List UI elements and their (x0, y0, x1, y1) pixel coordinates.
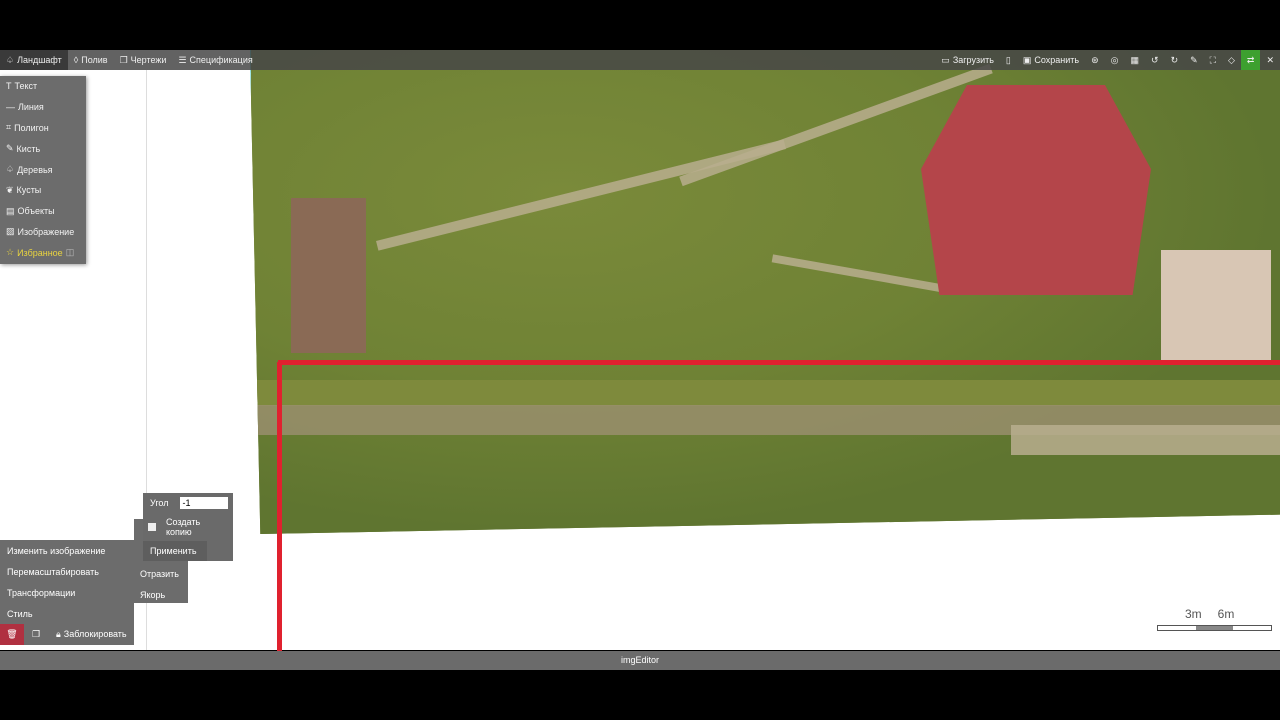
export-button[interactable]: ▯ (1000, 50, 1017, 70)
menu-style[interactable]: Стиль (0, 603, 134, 624)
top-toolbar: ♤ Ландшафт ◊ Полив ❐ Чертежи ☰ Спецификация … (0, 50, 1280, 70)
folder-icon: ▭ (941, 54, 950, 65)
menu-anchor[interactable]: Якорь (134, 584, 188, 605)
target-icon: ◎ (1110, 54, 1119, 65)
status-bar: imgEditor (0, 651, 1280, 670)
objects-icon: ▤ (6, 205, 15, 216)
redo-icon: ↻ (1170, 54, 1179, 65)
tab-drawings[interactable]: ❐ Чертежи (114, 50, 173, 70)
tool-trees[interactable]: ♤ Деревья (0, 159, 86, 180)
brush-icon: ✎ (6, 143, 14, 154)
grid-button[interactable]: ▦ (1125, 50, 1146, 70)
drop-icon: ◊ (73, 55, 79, 65)
red-line-vertical[interactable] (277, 362, 282, 654)
red-line-horizontal[interactable] (278, 360, 1280, 365)
apply-button[interactable]: Применить (143, 541, 207, 561)
expand-icon: ◫ (65, 247, 75, 258)
fullscreen-icon: ⛶ (1209, 54, 1216, 65)
scale-bar: 3m 6m (1157, 607, 1272, 631)
swap-button[interactable]: ⇄ (1240, 50, 1261, 70)
tab-watering[interactable]: ◊ Полив (68, 50, 114, 70)
menu-rescale[interactable]: Перемасштабировать (0, 561, 134, 582)
close-button[interactable]: ✕ (1260, 50, 1280, 70)
tool-favorites[interactable]: ☆ Избранное ◫ (0, 242, 86, 263)
polygon-icon: ⌗ (6, 122, 12, 133)
angle-panel: Угол Создать копию Применить (143, 493, 233, 561)
save-button[interactable]: ▣ Сохранить (1017, 50, 1085, 70)
text-icon: T (6, 81, 12, 92)
leaf-icon: ❦ (6, 184, 14, 195)
angle-input[interactable] (180, 497, 229, 509)
tool-line[interactable]: — Линия (0, 97, 86, 118)
lock-icon: 🔒︎ (56, 629, 61, 639)
garden-beds (291, 198, 366, 353)
trash-icon: 🗑 (6, 629, 18, 639)
undo-button[interactable]: ↺ (1145, 50, 1165, 70)
tool-menu: T Текст — Линия ⌗ Полигон ✎ Кисть ♤ Деревья ❦… (0, 76, 86, 264)
fullscreen-button[interactable]: ⛶ (1204, 50, 1222, 70)
load-button[interactable]: ▭ Загрузить (935, 50, 1000, 70)
close-icon: ✕ (1266, 54, 1274, 65)
undo-icon: ↺ (1151, 54, 1159, 65)
house-roof (921, 85, 1151, 295)
aerial-image[interactable] (250, 50, 1280, 534)
menu-change-image[interactable]: Изменить изображение (0, 540, 134, 561)
tree-icon: ♤ (6, 54, 15, 65)
tool-image[interactable]: ▨ Изображение (0, 222, 86, 243)
tool-text[interactable]: T Текст (0, 76, 86, 97)
context-menu: Изменить изображение Перемасштабировать … (0, 540, 134, 645)
angle-label: Угол (150, 498, 169, 508)
copy-icon: ❐ (119, 54, 128, 65)
save-icon: ▣ (1022, 54, 1032, 65)
swap-icon: ⇄ (1246, 54, 1255, 65)
tool-polygon[interactable]: ⌗ Полигон (0, 118, 86, 139)
star-icon: ☆ (6, 247, 15, 258)
delete-button[interactable]: 🗑 (0, 624, 24, 645)
ruler-button[interactable]: ✎ (1184, 50, 1204, 70)
layers-icon: ⊛ (1091, 54, 1099, 65)
lock-button[interactable]: 🔒︎ Заблокировать (48, 629, 127, 640)
line-icon: — (6, 102, 15, 113)
menu-transform[interactable]: Трансформации (0, 582, 134, 603)
ruler-icon: ✎ (1190, 54, 1198, 65)
center-button[interactable]: ◎ (1105, 50, 1125, 70)
eraser-icon: ◇ (1227, 54, 1235, 65)
eraser-button[interactable]: ◇ (1222, 50, 1241, 70)
app-title: imgEditor (620, 655, 659, 665)
file-icon: ▯ (1005, 54, 1011, 65)
tab-specification[interactable]: ☰ Спецификация (172, 50, 258, 70)
redo-button[interactable]: ↻ (1165, 50, 1185, 70)
list-icon: ☰ (178, 54, 187, 65)
tool-bushes[interactable]: ❦ Кусты (0, 180, 86, 201)
grid-icon: ▦ (1130, 54, 1140, 65)
layers-button[interactable]: ⊛ (1085, 50, 1105, 70)
tool-brush[interactable]: ✎ Кисть (0, 138, 86, 159)
copy-icon: ❐ (31, 629, 41, 639)
tree-icon: ♤ (6, 164, 15, 175)
driveway (1161, 250, 1271, 360)
duplicate-button[interactable]: ❐ (24, 629, 48, 640)
copy-checkbox[interactable] (148, 523, 156, 531)
tab-landscape[interactable]: ♤ Ландшафт (0, 50, 68, 70)
menu-flip[interactable]: Отразить (134, 563, 188, 584)
tool-objects[interactable]: ▤ Объекты (0, 201, 86, 222)
image-icon: ▨ (6, 226, 15, 237)
